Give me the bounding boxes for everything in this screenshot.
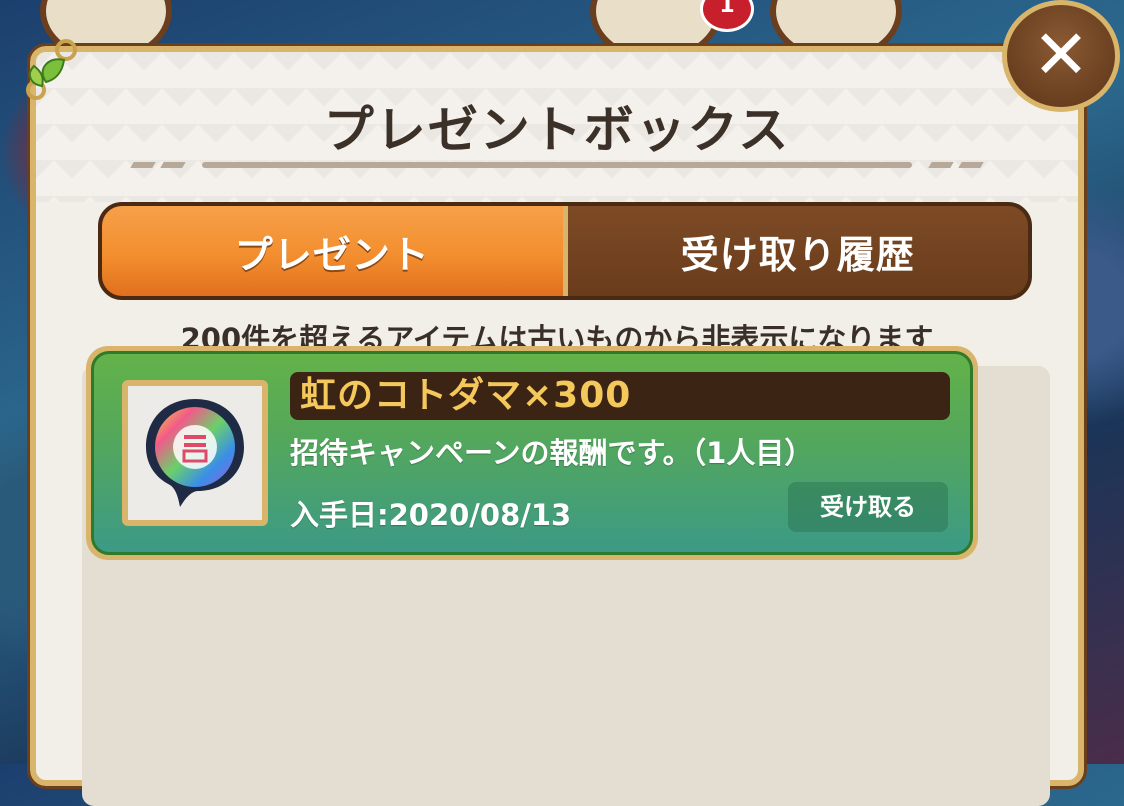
- tab-history[interactable]: 受け取り履歴: [567, 206, 1028, 296]
- title-divider: [130, 162, 984, 168]
- tab-bar: プレゼント 受け取り履歴: [98, 202, 1032, 300]
- close-icon: ✕: [1032, 16, 1090, 95]
- item-date: 入手日:2020/08/13: [290, 498, 572, 532]
- present-item: 虹のコトダマ×300 招待キャンペーンの報酬です。（1人目） 入手日:2020/…: [86, 346, 978, 560]
- dialog-title: プレゼントボックス: [323, 101, 791, 159]
- tab-present[interactable]: プレゼント: [102, 206, 568, 296]
- item-description: 招待キャンペーンの報酬です。（1人目）: [290, 436, 814, 470]
- leaf-ornament-icon: [26, 39, 77, 100]
- present-item-card: 虹のコトダマ×300 招待キャンペーンの報酬です。（1人目） 入手日:2020/…: [91, 351, 973, 555]
- rainbow-kotodama-icon: [146, 399, 244, 507]
- close-button[interactable]: ✕: [1002, 0, 1120, 112]
- item-name: 虹のコトダマ×300: [290, 372, 950, 420]
- receive-button[interactable]: 受け取る: [788, 482, 948, 532]
- item-thumbnail: [122, 380, 268, 526]
